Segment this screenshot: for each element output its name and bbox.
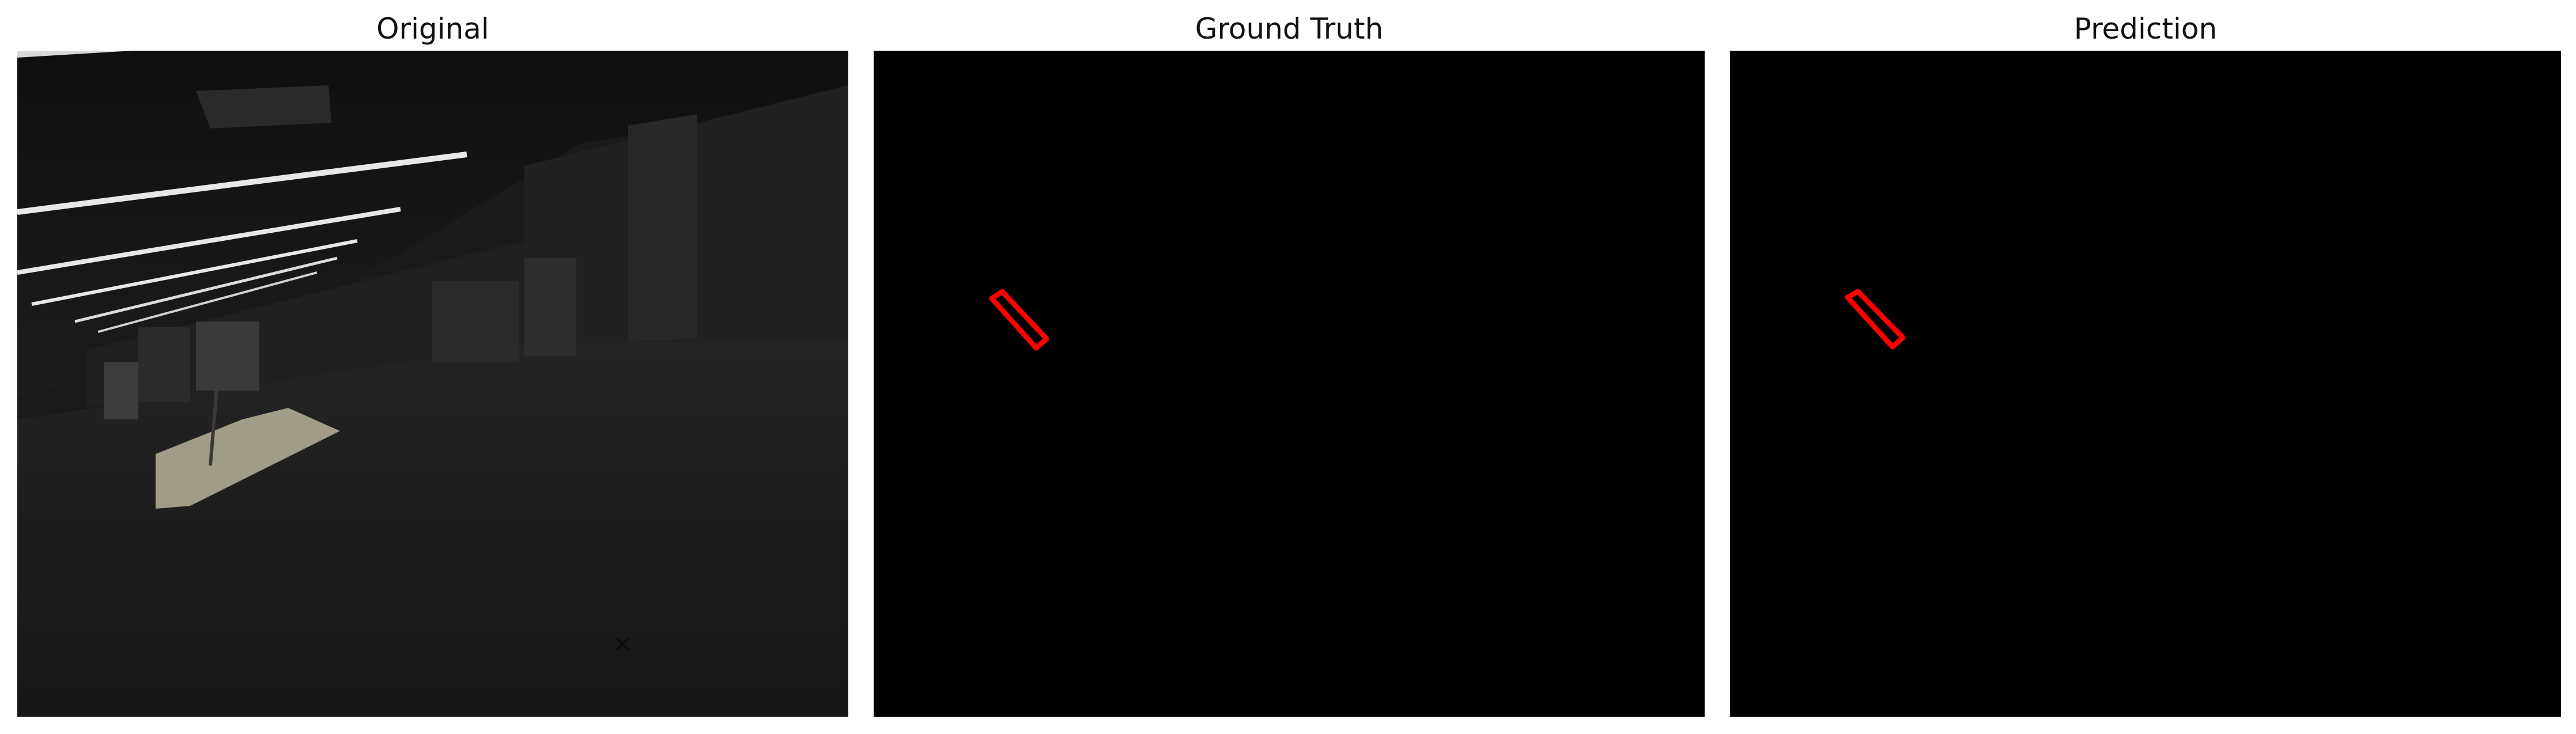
mask-background (1730, 51, 2561, 717)
original-scene (17, 51, 848, 717)
equipment-rack (432, 281, 519, 362)
wall-panel (628, 114, 697, 342)
ceiling-vent (196, 85, 331, 128)
panel-title-prediction: Prediction (2073, 12, 2218, 46)
shelf-unit (138, 327, 190, 402)
prediction-canvas (1730, 51, 2561, 717)
storage-box (196, 321, 259, 391)
prediction-mask (1730, 51, 2561, 717)
door (104, 362, 138, 419)
ground-truth-mask (874, 51, 1705, 717)
ground-truth-canvas (874, 51, 1705, 717)
original-image (17, 51, 848, 717)
mask-background (874, 51, 1705, 717)
panel-title-original: Original (376, 12, 489, 46)
cabinet (524, 258, 576, 356)
panel-title-ground-truth: Ground Truth (1195, 12, 1384, 46)
